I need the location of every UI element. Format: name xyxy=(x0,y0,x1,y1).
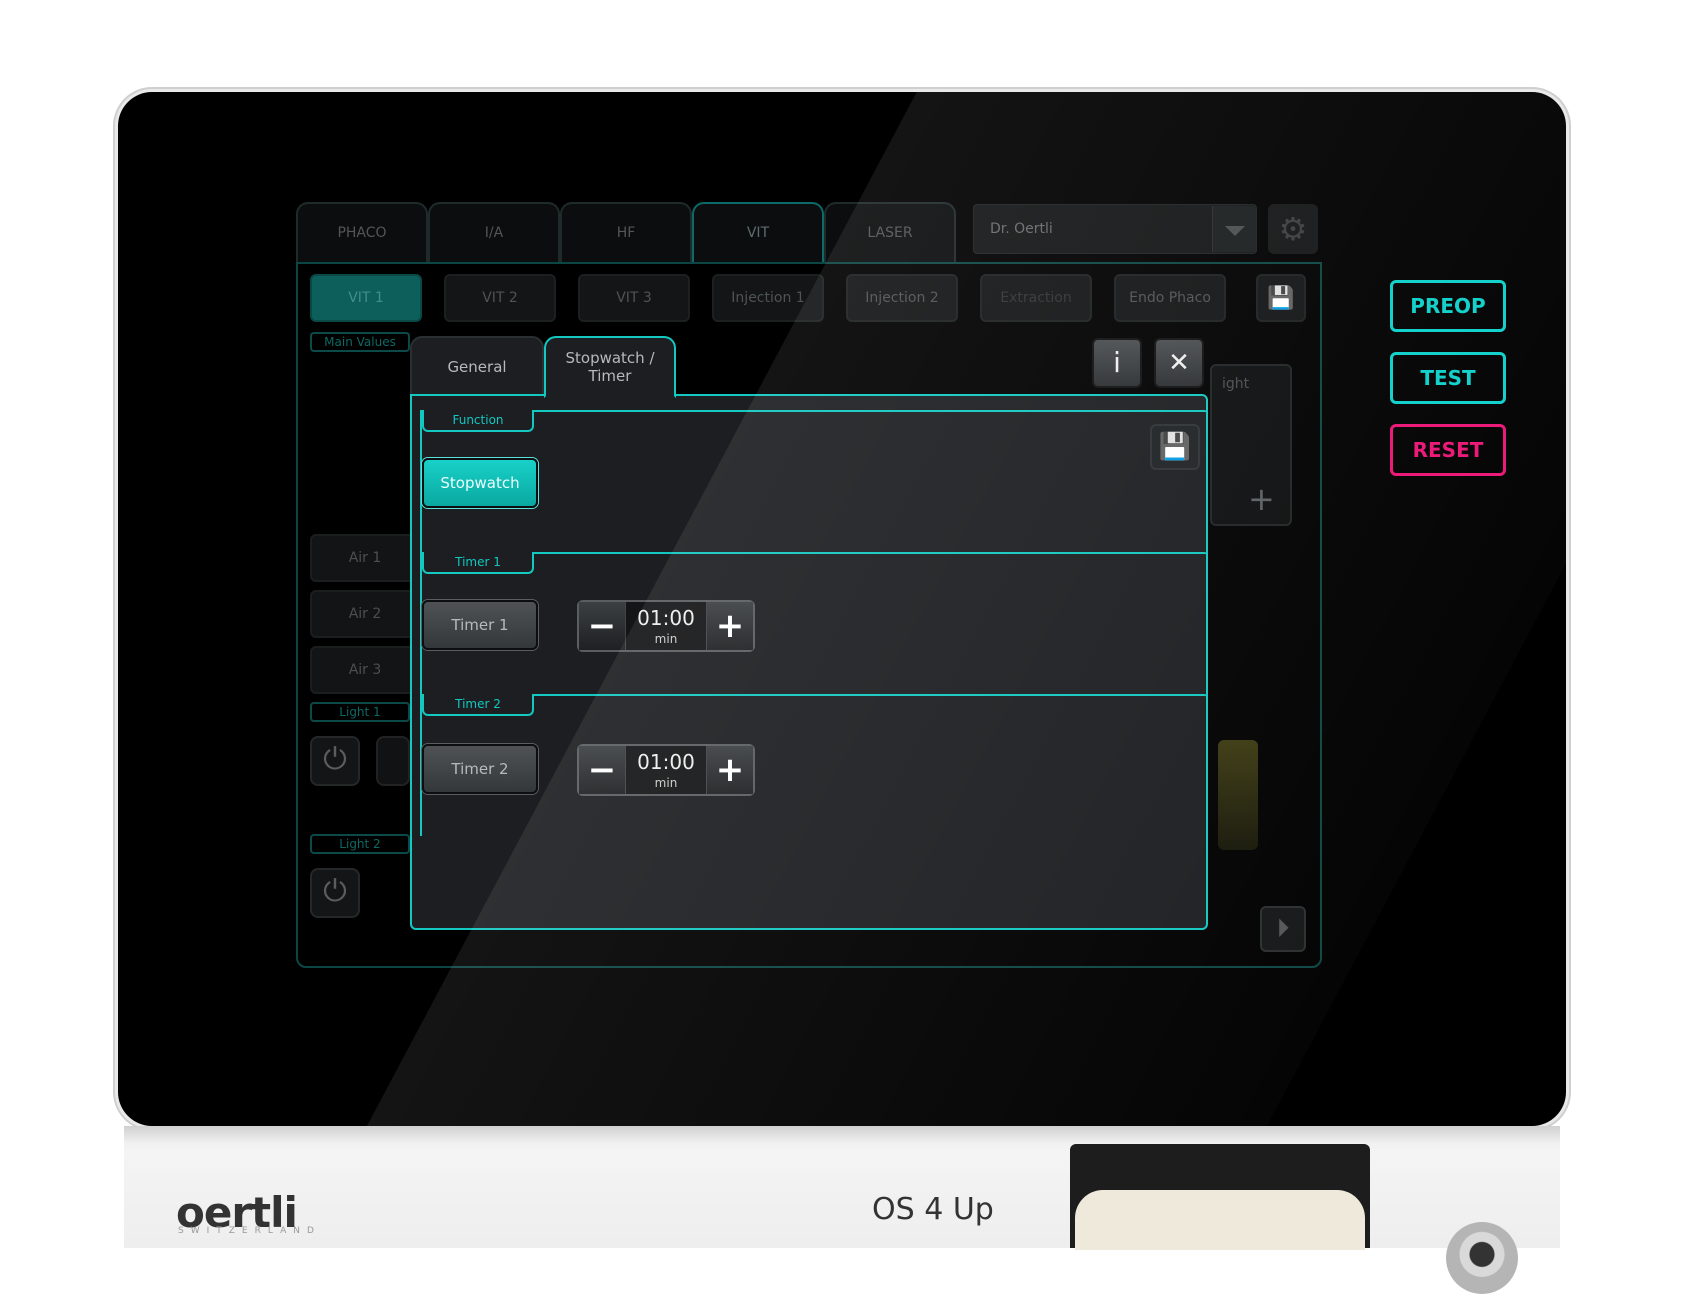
close-icon[interactable]: ✕ xyxy=(1154,338,1204,388)
plus-icon[interactable]: + xyxy=(1248,480,1275,518)
subtab-injection2[interactable]: Injection 2 xyxy=(846,274,958,322)
tab-phaco[interactable]: PHACO xyxy=(296,202,428,262)
tab-label: LASER xyxy=(867,225,913,241)
tab-label: General xyxy=(447,358,507,376)
subtab-endo-phaco[interactable]: Endo Phaco xyxy=(1114,274,1226,322)
power-icon[interactable]: ⏻ xyxy=(310,736,360,786)
stopwatch-button[interactable]: Stopwatch xyxy=(422,458,538,508)
play-icon[interactable]: ⏵ xyxy=(1260,906,1306,952)
tab-label: VIT xyxy=(746,225,770,241)
timer2-button[interactable]: Timer 2 xyxy=(422,744,538,794)
light-1-label: Light 1 xyxy=(310,702,410,722)
test-button[interactable]: TEST xyxy=(1390,352,1506,404)
function-label: Function xyxy=(422,410,534,432)
timer2-unit: min xyxy=(654,776,678,790)
preop-button[interactable]: PREOP xyxy=(1390,280,1506,332)
tab-ia[interactable]: I/A xyxy=(428,202,560,262)
timer1-plus-button[interactable]: + xyxy=(707,602,753,650)
cassette xyxy=(1075,1190,1365,1250)
tab-label: HF xyxy=(616,225,636,241)
reset-button[interactable]: RESET xyxy=(1390,424,1506,476)
power-icon[interactable]: ⏻ xyxy=(310,868,360,918)
model-name: OS 4 Up xyxy=(872,1192,994,1227)
light-control-partial: ight + xyxy=(1210,364,1292,526)
subtab-vit2[interactable]: VIT 2 xyxy=(444,274,556,322)
chevron-down-icon[interactable] xyxy=(1212,206,1256,252)
air-3-button[interactable]: Air 3 xyxy=(310,646,420,694)
timer2-minus-button[interactable]: − xyxy=(579,746,625,794)
light-partial-label: ight xyxy=(1222,376,1250,392)
tab-laser[interactable]: LASER xyxy=(824,202,956,262)
save-icon[interactable]: 💾 xyxy=(1256,274,1306,322)
timer2-value: 01:00 xyxy=(637,750,695,774)
main-values-label: Main Values xyxy=(310,332,410,352)
tab-label: Stopwatch / Timer xyxy=(565,349,655,385)
info-icon[interactable]: i xyxy=(1092,338,1142,388)
timer2-value-display: 01:00 min xyxy=(625,746,707,794)
logo-subtitle: SWITZERLAND xyxy=(178,1226,321,1236)
function-section xyxy=(420,410,1208,552)
timer2-stepper: − 01:00 min + xyxy=(577,744,755,796)
tab-general[interactable]: General xyxy=(410,336,544,396)
profile-name: Dr. Oertli xyxy=(990,221,1053,237)
timer1-stepper: − 01:00 min + xyxy=(577,600,755,652)
light-2-label: Light 2 xyxy=(310,834,410,854)
timer1-value: 01:00 xyxy=(637,606,695,630)
device-base-strip xyxy=(124,1126,1560,1144)
tab-label: I/A xyxy=(484,225,504,241)
tab-vit[interactable]: VIT xyxy=(692,202,824,262)
tab-hf[interactable]: HF xyxy=(560,202,692,262)
subtab-injection1[interactable]: Injection 1 xyxy=(712,274,824,322)
subtab-vit1[interactable]: VIT 1 xyxy=(310,274,422,322)
gear-icon[interactable]: ⚙ xyxy=(1268,204,1318,254)
save-icon[interactable]: 💾 xyxy=(1150,424,1200,470)
timer2-section xyxy=(420,694,1208,836)
timer1-section xyxy=(420,552,1208,694)
subtab-vit3[interactable]: VIT 3 xyxy=(578,274,690,322)
air-2-button[interactable]: Air 2 xyxy=(310,590,420,638)
tab-stopwatch-timer[interactable]: Stopwatch / Timer xyxy=(544,336,676,398)
air-1-button[interactable]: Air 1 xyxy=(310,534,420,582)
tab-label: PHACO xyxy=(337,225,387,241)
knob[interactable] xyxy=(1446,1222,1518,1294)
timer2-label: Timer 2 xyxy=(422,694,534,716)
timer1-unit: min xyxy=(654,632,678,646)
color-wheel-icon[interactable] xyxy=(376,736,410,786)
foot-pedal-icon xyxy=(1218,740,1258,850)
timer1-button[interactable]: Timer 1 xyxy=(422,600,538,650)
timer2-plus-button[interactable]: + xyxy=(707,746,753,794)
timer1-value-display: 01:00 min xyxy=(625,602,707,650)
timer1-minus-button[interactable]: − xyxy=(579,602,625,650)
subtab-extraction[interactable]: Extraction xyxy=(980,274,1092,322)
timer1-label: Timer 1 xyxy=(422,552,534,574)
